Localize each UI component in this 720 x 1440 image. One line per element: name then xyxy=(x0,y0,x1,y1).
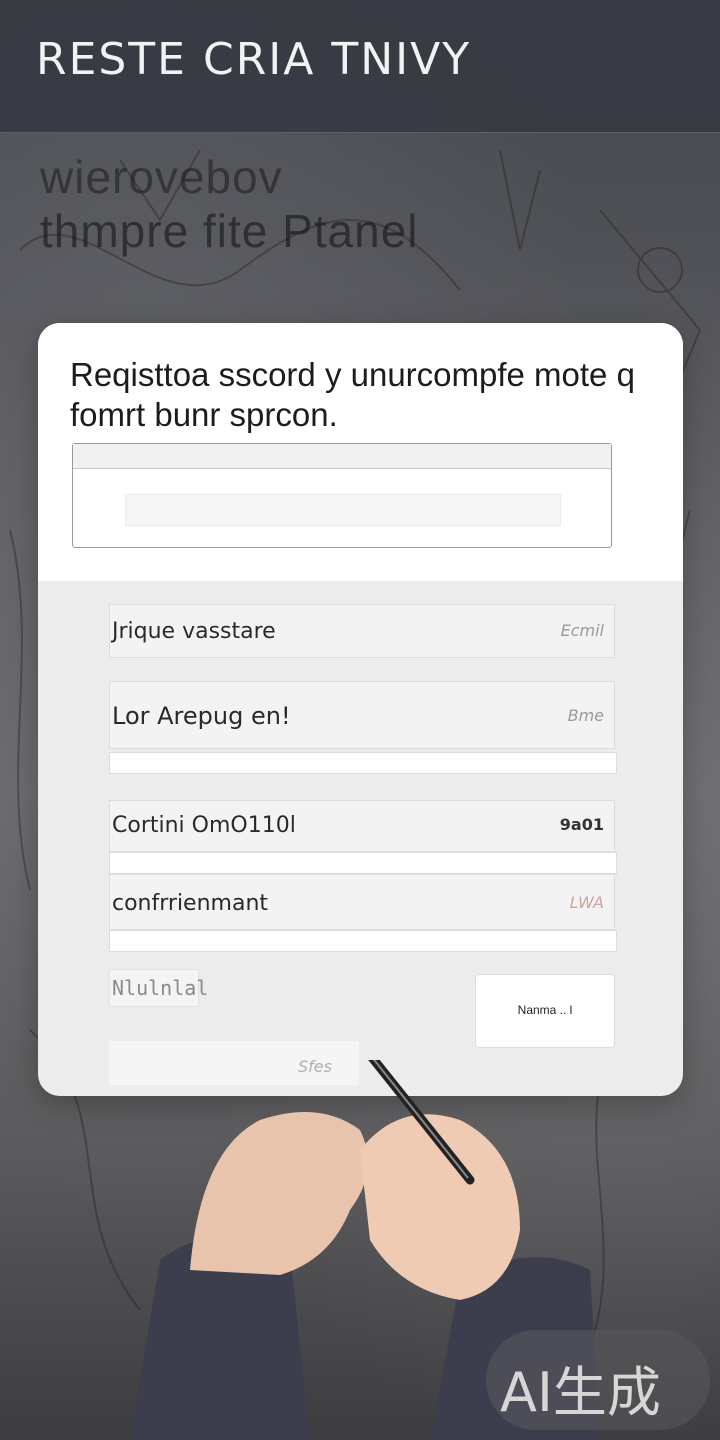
contact-field-value: 9a01 xyxy=(559,815,604,834)
textarea-toolbar xyxy=(73,444,611,469)
background-heading-line1: wierovebov xyxy=(40,151,283,203)
small-option-chip[interactable]: Nlulnlal xyxy=(109,969,208,1007)
contact-field-underline xyxy=(109,852,617,874)
language-field[interactable]: Lor Arepug en! Bme xyxy=(109,681,615,749)
message-textarea[interactable] xyxy=(72,443,612,548)
name-field[interactable]: Jrique vasstare Ecmil xyxy=(109,604,615,658)
confirmation-field-hint: LWA xyxy=(569,893,604,912)
registration-card: Reqisttoa sscord y unurcompfe mote q fom… xyxy=(38,323,683,1096)
confirmation-field-label: confrrienmant xyxy=(112,891,269,916)
contact-field[interactable]: Cortini OmO110l 9a01 xyxy=(109,800,615,852)
confirmation-field-underline xyxy=(109,930,617,952)
language-field-underline xyxy=(109,752,617,774)
language-field-hint: Bme xyxy=(567,706,604,725)
card-title: Reqisttoa sscord y unurcompfe mote q fom… xyxy=(70,356,635,433)
name-field-hint: Ecmil xyxy=(560,621,604,640)
ai-generated-badge-text: AI生成 xyxy=(500,1361,661,1424)
app-title: RESTE CRIA TNIVY xyxy=(36,34,472,85)
language-field-label: Lor Arepug en! xyxy=(112,702,291,730)
card-header-section: Reqisttoa sscord y unurcompfe mote q fom… xyxy=(38,323,683,581)
textarea-inner-line xyxy=(125,494,561,526)
submit-button[interactable]: Nanma .. l xyxy=(475,974,615,1048)
background-heading-line2: thmpre fite Ptanel xyxy=(40,205,419,257)
confirmation-field[interactable]: confrrienmant LWA xyxy=(109,874,615,930)
contact-field-label: Cortini OmO110l xyxy=(112,813,296,838)
name-field-label: Jrique vasstare xyxy=(112,619,276,644)
app-header: RESTE CRIA TNIVY xyxy=(0,0,720,133)
background-heading: wierovebov thmpre fite Ptanel xyxy=(40,150,419,258)
